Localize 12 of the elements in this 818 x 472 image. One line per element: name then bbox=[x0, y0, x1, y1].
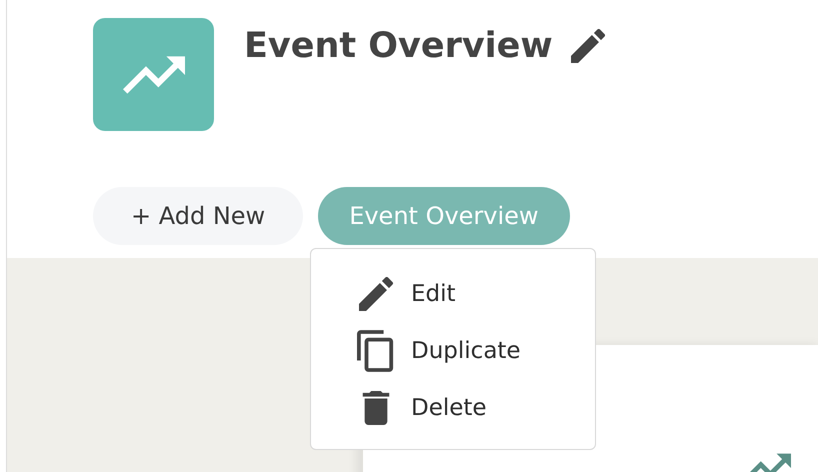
menu-item[interactable]: Edit bbox=[357, 271, 595, 317]
tab[interactable]: + Add New bbox=[93, 187, 304, 245]
copy-icon bbox=[357, 330, 395, 372]
menu-item-label: Duplicate bbox=[411, 338, 521, 364]
menu-item[interactable]: Duplicate bbox=[357, 328, 595, 374]
menu-item[interactable]: Delete bbox=[357, 385, 595, 431]
menu-item-label: Edit bbox=[411, 281, 456, 307]
trend-icon bbox=[122, 54, 184, 94]
menu-item-label: Delete bbox=[411, 395, 487, 421]
pencil-icon[interactable] bbox=[570, 29, 605, 63]
pencil-icon bbox=[357, 277, 395, 311]
page-title: Event Overview bbox=[244, 25, 553, 68]
